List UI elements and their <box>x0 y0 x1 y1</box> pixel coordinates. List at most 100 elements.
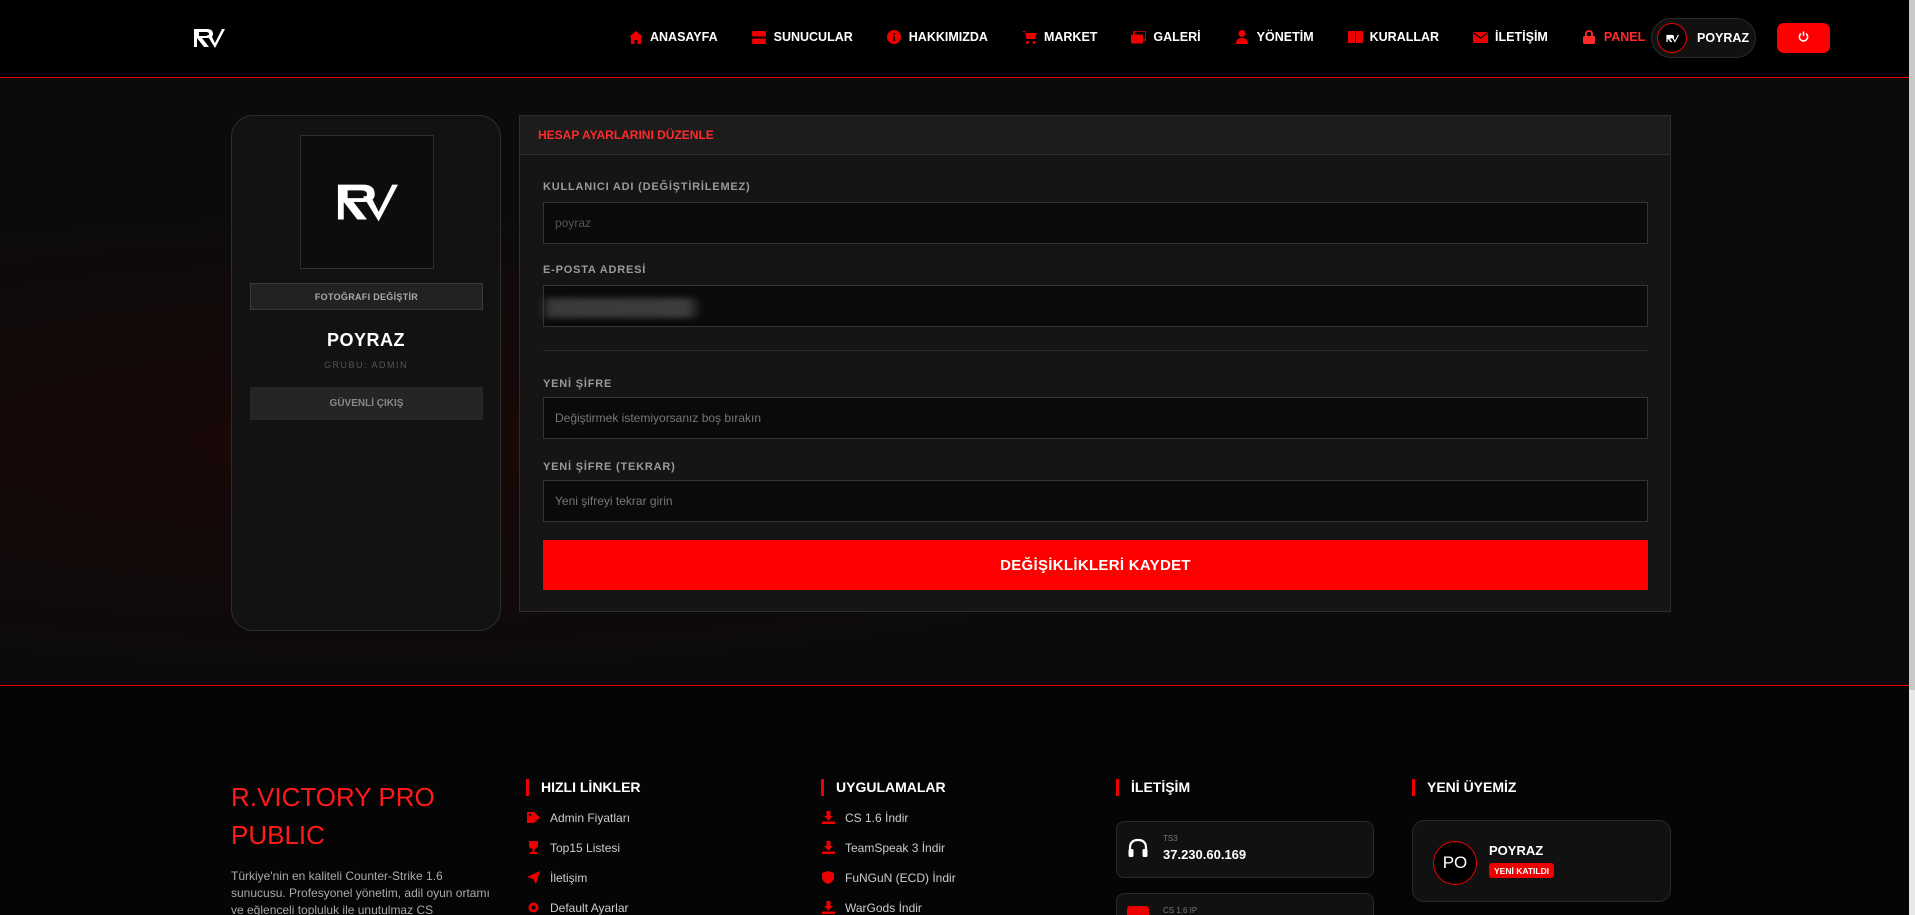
new-password-field[interactable]: Değiştirmek istemiyorsanız boş bırakın <box>543 397 1648 439</box>
footer-brand-description: Türkiye'nin en kaliteli Counter-Strike 1… <box>231 869 490 915</box>
repeat-password-field[interactable]: Yeni şifreyi tekrar girin <box>543 480 1648 522</box>
profile-photo <box>300 135 434 269</box>
apps-title: UYGULAMALAR <box>821 779 1081 796</box>
user-name: POYRAZ <box>1697 31 1750 45</box>
site-footer: R.VICTORY PRO PUBLIC Türkiye'nin en kali… <box>0 685 1909 915</box>
link-label: CS 1.6 İndir <box>845 810 909 825</box>
link-label: Default Ayarlar <box>550 900 629 915</box>
nav-item-rules[interactable]: KURALLAR <box>1347 30 1440 44</box>
nav-label: MARKET <box>1043 30 1098 44</box>
form-divider <box>543 350 1648 351</box>
quick-links-title: HIZLI LİNKLER <box>526 779 786 796</box>
link-label: İletişim <box>550 870 588 885</box>
page-scrollbar[interactable] <box>1909 0 1915 915</box>
lock-icon <box>1582 30 1597 44</box>
username-value: poyraz <box>555 216 592 230</box>
user-icon <box>1235 30 1250 44</box>
quick-link-admin-prices[interactable]: Admin Fiyatları <box>526 809 786 826</box>
nav-item-about[interactable]: HAKKIMIZDA <box>887 30 988 44</box>
tag-icon <box>526 811 540 825</box>
username-label: KULLANICI ADI (DEĞİŞTİRİLEMEZ) <box>543 181 751 193</box>
new-member-card[interactable]: PO POYRAZ YENİ KATILDI <box>1412 820 1671 902</box>
account-settings-form: HESAP AYARLARINI DÜZENLE KULLANICI ADI (… <box>519 115 1671 612</box>
link-label: Admin Fiyatları <box>550 810 631 825</box>
trophy-icon <box>526 841 540 855</box>
nav-label: HAKKIMIZDA <box>908 30 988 44</box>
nav-item-home[interactable]: ANASAYFA <box>628 30 718 44</box>
download-icon <box>821 841 835 855</box>
app-link-fungun[interactable]: FuNGuN (ECD) İndir <box>821 869 1081 886</box>
profile-name: POYRAZ <box>326 330 405 350</box>
power-icon <box>1798 29 1809 47</box>
contact-column: İLETİŞİM <box>1116 779 1376 796</box>
nav-label: KURALLAR <box>1369 30 1440 44</box>
contact-card-ts3[interactable]: TS3 37.230.60.169 <box>1116 821 1374 878</box>
link-label: Top15 Listesi <box>550 840 621 855</box>
logout-power-button[interactable] <box>1777 23 1830 53</box>
contact-label: CS 1.6 IP <box>1163 906 1198 915</box>
link-label: WarGods İndir <box>845 900 922 915</box>
avatar <box>1657 23 1687 53</box>
quick-link-default-settings[interactable]: Default Ayarlar <box>526 899 786 915</box>
email-label: E-POSTA ADRESİ <box>543 264 647 276</box>
app-link-wargods[interactable]: WarGods İndir <box>821 899 1081 915</box>
quick-link-contact[interactable]: İletişim <box>526 869 786 886</box>
apps-column: UYGULAMALAR CS 1.6 İndir TeamSpeak 3 İnd… <box>821 779 1081 915</box>
app-link-cs16[interactable]: CS 1.6 İndir <box>821 809 1081 826</box>
nav-item-servers[interactable]: SUNUCULAR <box>752 30 853 44</box>
headset-icon <box>1127 838 1149 860</box>
app-link-teamspeak[interactable]: TeamSpeak 3 İndir <box>821 839 1081 856</box>
profile-group: GRUBU: ADMIN <box>323 360 408 370</box>
profile-sidebar: FOTOĞRAFI DEĞİŞTİR POYRAZ GRUBU: ADMIN G… <box>231 115 501 631</box>
contact-card-cs-ip[interactable]: CS 1.6 IP <box>1116 893 1374 915</box>
redacted-email-blur <box>538 298 703 318</box>
member-name: POYRAZ <box>1489 843 1544 858</box>
gallery-icon <box>1131 30 1147 44</box>
info-icon <box>887 30 902 44</box>
top-navbar: ANASAYFA SUNUCULAR HAKKIMIZDA MARKET GAL… <box>0 0 1909 78</box>
download-icon <box>821 901 835 915</box>
new-member-column: YENİ ÜYEMİZ <box>1412 779 1672 796</box>
nav-label: GALERİ <box>1153 30 1201 44</box>
nav-item-gallery[interactable]: GALERİ <box>1131 30 1201 44</box>
user-menu[interactable]: POYRAZ <box>1651 18 1756 58</box>
profile-logo-image <box>337 184 398 222</box>
status-badge: YENİ KATILDI <box>1489 863 1555 878</box>
site-logo[interactable] <box>193 27 225 49</box>
username-field: poyraz <box>543 202 1648 244</box>
repeat-password-label: YENİ ŞİFRE (TEKRAR) <box>543 461 676 473</box>
nav-item-panel[interactable]: PANEL <box>1582 30 1645 44</box>
home-icon <box>628 30 643 44</box>
nav-item-market[interactable]: MARKET <box>1021 30 1098 44</box>
shield-icon <box>821 871 835 885</box>
form-title: HESAP AYARLARINI DÜZENLE <box>520 116 1670 155</box>
server-icon <box>1127 906 1149 915</box>
link-label: FuNGuN (ECD) İndir <box>845 870 956 885</box>
secure-logout-button[interactable]: GÜVENLİ ÇIKIŞ <box>250 387 483 420</box>
link-label: TeamSpeak 3 İndir <box>845 840 946 855</box>
nav-label: PANEL <box>1603 30 1646 44</box>
save-changes-button[interactable]: DEĞİŞİKLİKLERİ KAYDET <box>543 540 1648 590</box>
book-icon <box>1347 30 1363 44</box>
nav-label: ANASAYFA <box>650 30 718 44</box>
quick-links-column: HIZLI LİNKLER Admin Fiyatları Top15 List… <box>526 779 786 915</box>
contact-title: İLETİŞİM <box>1116 779 1376 796</box>
repeat-password-placeholder: Yeni şifreyi tekrar girin <box>555 494 673 508</box>
quick-link-top15[interactable]: Top15 Listesi <box>526 839 786 856</box>
nav-label: SUNUCULAR <box>773 30 853 44</box>
nav-item-management[interactable]: YÖNETİM <box>1235 30 1314 44</box>
scrollbar-thumb[interactable] <box>1909 0 1915 690</box>
avatar: PO <box>1433 841 1477 885</box>
mail-icon <box>1473 30 1489 44</box>
change-photo-button[interactable]: FOTOĞRAFI DEĞİŞTİR <box>250 283 483 310</box>
new-member-title: YENİ ÜYEMİZ <box>1412 779 1672 796</box>
new-password-placeholder: Değiştirmek istemiyorsanız boş bırakın <box>555 411 762 425</box>
cart-icon <box>1021 30 1037 44</box>
download-icon <box>821 811 835 825</box>
email-field[interactable] <box>538 285 1648 327</box>
nav-item-contact[interactable]: İLETİŞİM <box>1473 30 1548 44</box>
contact-value: 37.230.60.169 <box>1163 847 1247 862</box>
main-nav: ANASAYFA SUNUCULAR HAKKIMIZDA MARKET GAL… <box>628 30 1679 44</box>
contact-label: TS3 <box>1163 834 1178 843</box>
send-icon <box>526 871 540 885</box>
